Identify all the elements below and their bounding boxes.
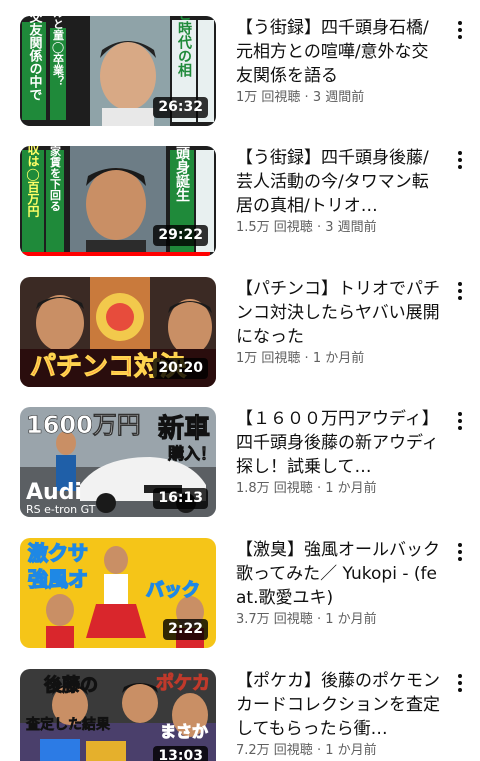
video-duration: 13:03 bbox=[153, 746, 208, 761]
upload-age: 1 か月前 bbox=[325, 743, 377, 758]
thumbnail-text: モデルと童◯卒業？ bbox=[52, 16, 66, 87]
thumbnail-text: 査定した結果 bbox=[26, 716, 111, 733]
thumbnail-text: Audi bbox=[26, 480, 82, 505]
thumbnail-text: 新車 bbox=[158, 413, 210, 444]
thumbnail-text: 月収が家賃を下回る bbox=[49, 146, 63, 212]
video-meta: 【ポケカ】後藤のポケモンカードコレクションを査定してもらったら衝… 7.2万 回… bbox=[236, 669, 444, 759]
thumbnail-text: 強風オ bbox=[28, 567, 88, 591]
video-item[interactable]: 後藤の ポケカ 査定した結果 まさか 13:03 【ポケカ】後藤のポケモンカード… bbox=[0, 669, 480, 761]
view-count: 1.8万 回視聴 bbox=[236, 481, 313, 496]
video-item[interactable]: パチンコ対決 20:20 【パチンコ】トリオでパチンコ対決したらヤバい展開になっ… bbox=[0, 277, 480, 389]
video-meta: 【１６００万円アウディ】四千頭身後藤の新アウディ探し！試乗して… 1.8万 回視… bbox=[236, 407, 444, 497]
upload-age: 3 週間前 bbox=[312, 90, 365, 105]
thumbnail-text: バック bbox=[146, 580, 200, 601]
more-options-icon[interactable] bbox=[448, 16, 472, 44]
thumbnail-text: 1600万円 bbox=[26, 411, 141, 439]
video-stats: 7.2万 回視聴 · 1 か月前 bbox=[236, 743, 377, 758]
video-thumbnail[interactable]: 後藤の ポケカ 査定した結果 まさか 13:03 bbox=[20, 669, 216, 761]
thumbnail-text: 後藤の bbox=[44, 674, 98, 696]
thumbnail-text: 購入！ bbox=[167, 444, 216, 463]
video-stats: 1.8万 回視聴 · 1 か月前 bbox=[236, 481, 377, 496]
thumbnail-text: 四千頭身誕生 bbox=[174, 146, 190, 202]
video-item[interactable]: 1600万円 新車 購入！ Audi RS e-tron GT 16:13 【１… bbox=[0, 407, 480, 519]
thumbnail-text: 広がる交友関係の中で bbox=[27, 16, 43, 101]
video-item[interactable]: 広がる交友関係の中で モデルと童◯卒業？ コンビ時代の相 26:32 【う街録】… bbox=[0, 16, 480, 128]
view-count: 1万 回視聴 bbox=[236, 351, 301, 366]
more-options-icon[interactable] bbox=[448, 277, 472, 305]
more-options-icon[interactable] bbox=[448, 538, 472, 566]
video-title[interactable]: 【パチンコ】トリオでパチンコ対決したらヤバい展開になった bbox=[236, 277, 444, 349]
video-stats: 1万 回視聴 · 1 か月前 bbox=[236, 351, 365, 366]
thumbnail-text: RS e-tron GT bbox=[26, 503, 96, 516]
upload-age: 3 週間前 bbox=[325, 220, 377, 235]
upload-age: 1 か月前 bbox=[325, 481, 377, 496]
video-thumbnail[interactable]: 最高月収は◯百万円 月収が家賃を下回る 四千頭身誕生 29:22 bbox=[20, 146, 216, 256]
view-count: 7.2万 回視聴 bbox=[236, 743, 313, 758]
thumbnail-text: 最高月収は◯百万円 bbox=[26, 146, 40, 218]
video-meta: 【パチンコ】トリオでパチンコ対決したらヤバい展開になった 1万 回視聴 · 1 … bbox=[236, 277, 444, 367]
video-title[interactable]: 【う街録】四千頭身後藤/芸人活動の今/タワマン転居の真相/トリオ… bbox=[236, 146, 444, 218]
video-duration: 16:13 bbox=[153, 488, 208, 509]
video-title[interactable]: 【う街録】四千頭身石橋/元相方との喧嘩/意外な交友関係を語る bbox=[236, 16, 444, 88]
upload-age: 1 か月前 bbox=[325, 612, 377, 627]
video-item[interactable]: 最高月収は◯百万円 月収が家賃を下回る 四千頭身誕生 29:22 【う街録】四千… bbox=[0, 146, 480, 258]
video-item[interactable]: 激クサ 強風オ バック 2:22 【激臭】強風オールバック歌ってみた／ Yuko… bbox=[0, 538, 480, 650]
video-thumbnail[interactable]: 激クサ 強風オ バック 2:22 bbox=[20, 538, 216, 648]
video-duration: 2:22 bbox=[163, 619, 208, 640]
view-count: 3.7万 回視聴 bbox=[236, 612, 313, 627]
more-options-icon[interactable] bbox=[448, 146, 472, 174]
video-thumbnail[interactable]: 広がる交友関係の中で モデルと童◯卒業？ コンビ時代の相 26:32 bbox=[20, 16, 216, 126]
more-options-icon[interactable] bbox=[448, 669, 472, 697]
video-meta: 【う街録】四千頭身石橋/元相方との喧嘩/意外な交友関係を語る 1万 回視聴 · … bbox=[236, 16, 444, 106]
video-title[interactable]: 【１６００万円アウディ】四千頭身後藤の新アウディ探し！試乗して… bbox=[236, 407, 444, 479]
view-count: 1.5万 回視聴 bbox=[236, 220, 313, 235]
video-title[interactable]: 【ポケカ】後藤のポケモンカードコレクションを査定してもらったら衝… bbox=[236, 669, 444, 741]
thumbnail-text: まさか bbox=[160, 722, 208, 741]
watch-progress-bar bbox=[20, 252, 211, 256]
video-duration: 20:20 bbox=[153, 358, 208, 379]
thumbnail-text: 激クサ bbox=[28, 541, 88, 565]
thumbnail-text: コンビ時代の相 bbox=[176, 16, 193, 78]
video-duration: 29:22 bbox=[153, 225, 208, 246]
video-duration: 26:32 bbox=[153, 97, 208, 118]
video-list: 広がる交友関係の中で モデルと童◯卒業？ コンビ時代の相 26:32 【う街録】… bbox=[0, 0, 480, 761]
video-thumbnail[interactable]: パチンコ対決 20:20 bbox=[20, 277, 216, 387]
upload-age: 1 か月前 bbox=[312, 351, 365, 366]
video-stats: 1万 回視聴 · 3 週間前 bbox=[236, 90, 365, 105]
more-options-icon[interactable] bbox=[448, 407, 472, 435]
video-meta: 【う街録】四千頭身後藤/芸人活動の今/タワマン転居の真相/トリオ… 1.5万 回… bbox=[236, 146, 444, 236]
video-stats: 3.7万 回視聴 · 1 か月前 bbox=[236, 612, 377, 627]
video-title[interactable]: 【激臭】強風オールバック歌ってみた／ Yukopi - (feat.歌愛ユキ) bbox=[236, 538, 444, 610]
thumbnail-text: ポケカ bbox=[156, 672, 210, 694]
video-thumbnail[interactable]: 1600万円 新車 購入！ Audi RS e-tron GT 16:13 bbox=[20, 407, 216, 517]
view-count: 1万 回視聴 bbox=[236, 90, 301, 105]
video-meta: 【激臭】強風オールバック歌ってみた／ Yukopi - (feat.歌愛ユキ) … bbox=[236, 538, 444, 628]
video-stats: 1.5万 回視聴 · 3 週間前 bbox=[236, 220, 377, 235]
